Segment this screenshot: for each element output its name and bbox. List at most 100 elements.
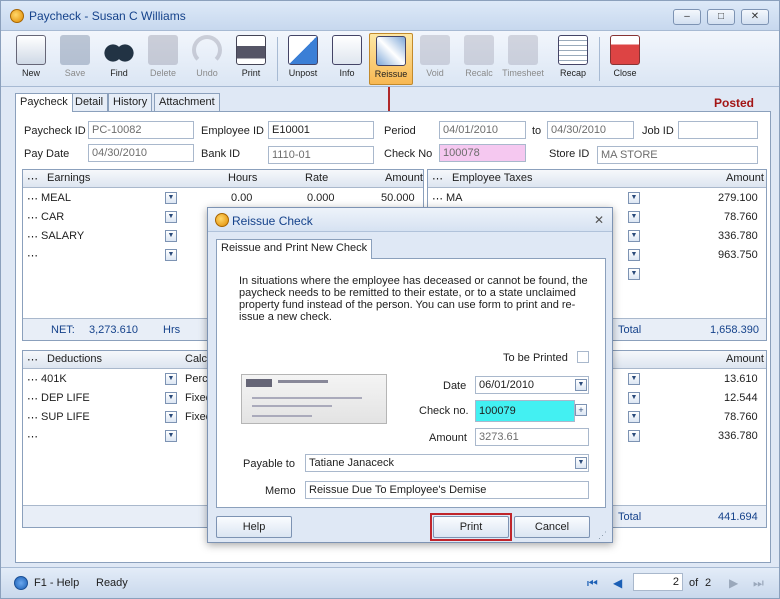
memo-label: Memo: [265, 485, 296, 497]
reissue-button[interactable]: Reissue: [369, 33, 413, 85]
chevron-down-icon[interactable]: ▼: [628, 230, 640, 242]
app-icon: [10, 9, 24, 23]
job-id-field[interactable]: [678, 121, 758, 139]
close-window-button[interactable]: ✕: [741, 9, 769, 25]
timesheet-button[interactable]: Timesheet: [501, 33, 545, 85]
first-page-icon[interactable]: ⏮: [587, 576, 598, 591]
new-document-icon: [16, 35, 46, 65]
store-id-label: Store ID: [549, 148, 590, 160]
info-icon: [332, 35, 362, 65]
employee-id-label: Employee ID: [201, 125, 264, 137]
check-no-field[interactable]: 100078: [439, 144, 526, 162]
chevron-down-icon[interactable]: ▼: [628, 192, 640, 204]
status-bar: F1 - Help Ready ⏮ ◀ 2 of 2 ▶ ⏭: [1, 567, 779, 598]
resize-grip[interactable]: ⋰: [598, 530, 607, 541]
undo-arrow-icon: [192, 35, 222, 65]
tab-paycheck[interactable]: Paycheck: [15, 93, 73, 112]
unpost-button[interactable]: Unpost: [281, 33, 325, 85]
bank-id-field[interactable]: 1110-01: [268, 146, 374, 164]
check-no-input[interactable]: 100079: [475, 400, 575, 422]
help-label[interactable]: F1 - Help: [34, 577, 79, 589]
chevron-down-icon[interactable]: ▼: [575, 457, 587, 469]
tab-history[interactable]: History: [108, 93, 153, 111]
of-label: of: [689, 577, 699, 589]
previous-page-icon[interactable]: ◀: [613, 576, 622, 590]
find-button[interactable]: Find: [97, 33, 141, 85]
recap-button[interactable]: Recap: [551, 33, 595, 85]
pay-date-label: Pay Date: [24, 148, 70, 160]
period-to-field[interactable]: 04/30/2010: [547, 121, 634, 139]
chevron-down-icon[interactable]: ▼: [628, 211, 640, 223]
chevron-down-icon[interactable]: ▼: [628, 249, 640, 261]
period-to-label: to: [532, 125, 542, 137]
employee-id-field[interactable]: E10001: [268, 121, 374, 139]
maximize-button[interactable]: □: [707, 9, 735, 25]
next-page-icon[interactable]: ▶: [729, 576, 738, 590]
chevron-down-icon[interactable]: ▼: [575, 379, 587, 391]
reissue-form: In situations where the employee has dec…: [216, 258, 606, 508]
info-button[interactable]: Info: [325, 33, 369, 85]
period-label: Period: [384, 125, 416, 137]
dialog-close-icon[interactable]: ✕: [594, 213, 604, 227]
reissue-check-dialog: Reissue Check ✕ Reissue and Print New Ch…: [207, 207, 613, 543]
undo-button[interactable]: Undo: [185, 33, 229, 85]
chevron-down-icon[interactable]: ▼: [165, 249, 177, 261]
chevron-down-icon[interactable]: ▼: [628, 392, 640, 404]
chevron-down-icon[interactable]: ▼: [165, 373, 177, 385]
chevron-down-icon[interactable]: ▼: [628, 430, 640, 442]
print-button[interactable]: Print: [433, 516, 509, 538]
tab-detail[interactable]: Detail: [70, 93, 109, 111]
help-button[interactable]: Help: [216, 516, 292, 538]
close-button[interactable]: Close: [603, 33, 647, 85]
void-button[interactable]: Void: [413, 33, 457, 85]
store-id-field[interactable]: MA STORE: [597, 146, 758, 164]
save-button[interactable]: Save: [53, 33, 97, 85]
paycheck-id-field[interactable]: PC-10082: [88, 121, 194, 139]
binoculars-icon: [104, 35, 134, 65]
recap-icon: [558, 35, 588, 65]
help-icon[interactable]: [14, 576, 28, 590]
trash-icon: [148, 35, 178, 65]
dialog-title: Reissue Check: [232, 214, 313, 228]
chevron-down-icon[interactable]: ▼: [165, 411, 177, 423]
chevron-down-icon[interactable]: ▼: [165, 230, 177, 242]
close-window-icon: [610, 35, 640, 65]
pay-date-field[interactable]: 04/30/2010: [88, 144, 194, 162]
tab-attachment[interactable]: Attachment: [154, 93, 220, 111]
window-title: Paycheck - Susan C Williams: [29, 9, 186, 23]
add-icon[interactable]: +: [575, 404, 587, 416]
chevron-down-icon[interactable]: ▼: [628, 268, 640, 280]
minimize-button[interactable]: –: [673, 9, 701, 25]
chevron-down-icon[interactable]: ▼: [165, 211, 177, 223]
toolbar-separator: [277, 37, 278, 81]
tab-reissue-print[interactable]: Reissue and Print New Check: [216, 239, 373, 259]
check-image: [241, 374, 387, 424]
page-number-input[interactable]: 2: [633, 573, 683, 591]
amount-field[interactable]: 3273.61: [475, 428, 589, 446]
timesheet-icon: [508, 35, 538, 65]
payable-to-field[interactable]: Tatiane Janaceck: [305, 454, 589, 472]
recalc-button[interactable]: Recalc: [457, 33, 501, 85]
memo-field[interactable]: Reissue Due To Employee's Demise: [305, 481, 589, 499]
status-text: Ready: [96, 577, 128, 589]
job-id-label: Job ID: [642, 125, 674, 137]
to-be-printed-checkbox[interactable]: [577, 351, 589, 363]
title-bar: Paycheck - Susan C Williams – □ ✕: [1, 1, 779, 31]
earnings-header: ⋯ Earnings Hours Rate Amount: [23, 170, 423, 188]
chevron-down-icon[interactable]: ▼: [165, 430, 177, 442]
dialog-title-bar: Reissue Check ✕: [208, 208, 612, 232]
period-from-field[interactable]: 04/01/2010: [439, 121, 526, 139]
cancel-button[interactable]: Cancel: [514, 516, 590, 538]
chevron-down-icon[interactable]: ▼: [165, 192, 177, 204]
new-button[interactable]: New: [9, 33, 53, 85]
chevron-down-icon[interactable]: ▼: [628, 411, 640, 423]
chevron-down-icon[interactable]: ▼: [165, 392, 177, 404]
print-button[interactable]: Print: [229, 33, 273, 85]
app-icon: [215, 213, 229, 227]
payable-to-label: Payable to: [243, 458, 295, 470]
chevron-down-icon[interactable]: ▼: [628, 373, 640, 385]
last-page-icon[interactable]: ⏭: [753, 576, 764, 591]
delete-button[interactable]: Delete: [141, 33, 185, 85]
calculator-icon: [464, 35, 494, 65]
date-field[interactable]: 06/01/2010: [475, 376, 589, 394]
